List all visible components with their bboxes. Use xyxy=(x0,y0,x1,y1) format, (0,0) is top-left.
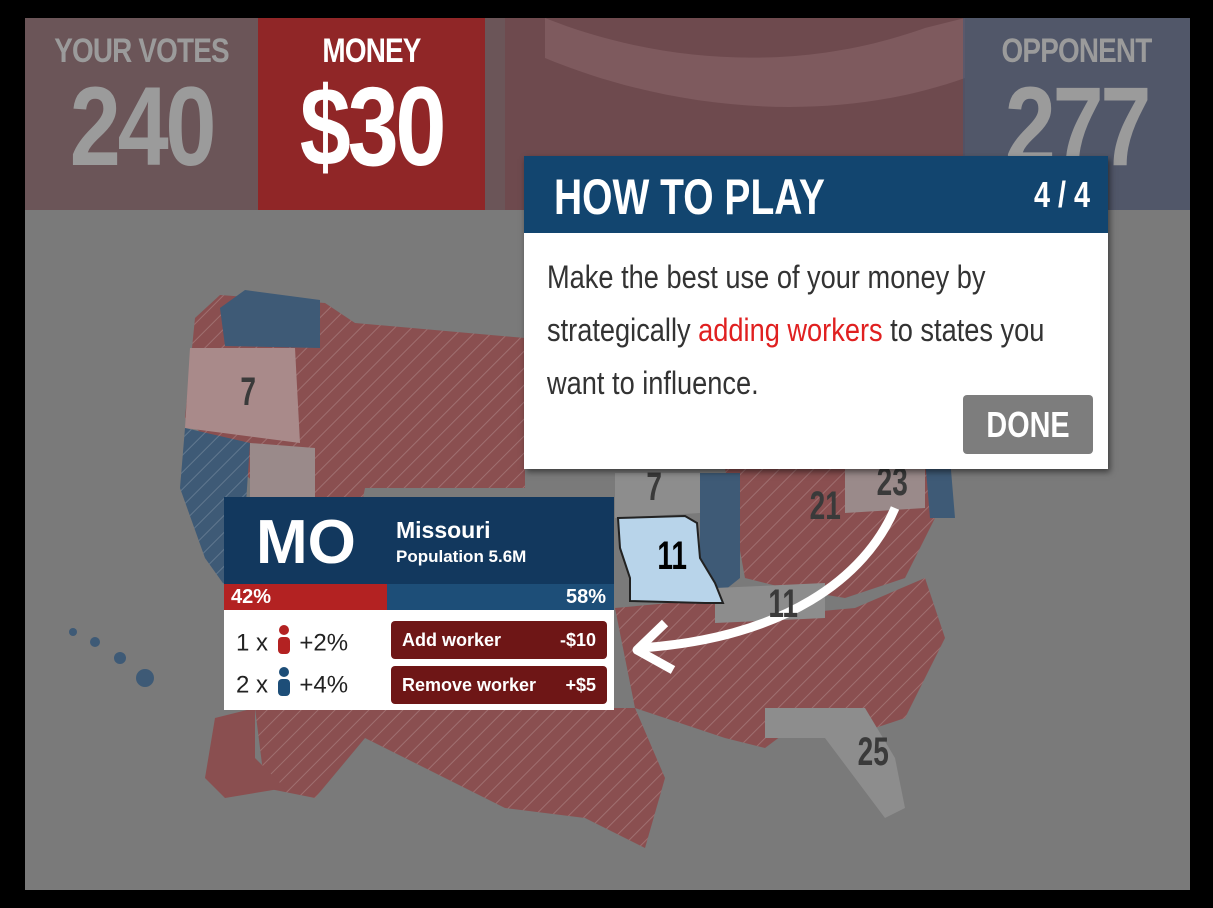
game-stage: 7 7 21 23 11 11 25 YOUR VOTES 240 MONEY … xyxy=(25,18,1190,890)
blue-workers-row: 2 x +4% xyxy=(236,666,348,700)
red-share: 42% xyxy=(224,584,387,610)
dialog-page-indicator: 4 / 4 xyxy=(1033,174,1090,215)
blue-workers-effect: +4% xyxy=(299,671,349,699)
iowa-votes-label: 7 xyxy=(646,465,662,509)
red-workers-effect: +2% xyxy=(299,629,349,657)
blue-workers-count: 2 x xyxy=(236,671,269,699)
state-population: Population 5.6M xyxy=(396,547,527,566)
florida-votes-label: 25 xyxy=(857,730,889,774)
blue-share: 58% xyxy=(387,584,614,610)
state-info-panel: MO Missouri Population 5.6M 42% 58% 1 x … xyxy=(224,497,614,710)
state-abbr: MO xyxy=(256,508,356,577)
add-worker-label: Add worker xyxy=(402,630,502,650)
dialog-title: HOW TO PLAY xyxy=(554,169,825,225)
red-workers-row: 1 x +2% xyxy=(236,624,348,658)
missouri-votes-label[interactable]: 11 xyxy=(657,534,687,579)
remove-worker-price: +$5 xyxy=(565,675,596,695)
oregon-votes-label: 7 xyxy=(240,370,256,414)
vote-share-bar: 42% 58% xyxy=(224,584,614,610)
how-to-play-dialog: HOW TO PLAY 4 / 4 Make the best use of y… xyxy=(524,156,1108,469)
red-worker-icon xyxy=(275,624,293,664)
state-name: Missouri xyxy=(396,517,491,543)
add-worker-price: -$10 xyxy=(559,630,596,650)
add-worker-button[interactable]: Add worker -$10 xyxy=(391,621,607,659)
ohio-votes-label: 21 xyxy=(809,484,841,528)
your-votes-value: 240 xyxy=(69,64,217,189)
remove-worker-button[interactable]: Remove worker +$5 xyxy=(391,666,607,704)
dialog-text-highlight: adding workers xyxy=(698,312,883,348)
dialog-text: Make the best use of your money by strat… xyxy=(547,251,1091,410)
dialog-header: HOW TO PLAY 4 / 4 xyxy=(524,156,1108,233)
money-value: $30 xyxy=(299,64,447,189)
remove-worker-label: Remove worker xyxy=(402,675,537,695)
red-workers-count: 1 x xyxy=(236,629,269,657)
done-button[interactable]: DONE xyxy=(963,395,1093,454)
state-washington xyxy=(220,290,320,348)
tennessee-votes-label: 11 xyxy=(768,582,798,626)
blue-worker-icon xyxy=(275,666,293,706)
money-box: MONEY $30 xyxy=(258,18,485,210)
done-label: DONE xyxy=(986,404,1070,445)
your-votes-box: YOUR VOTES 240 xyxy=(25,18,258,210)
state-panel-header: MO Missouri Population 5.6M xyxy=(224,497,614,584)
